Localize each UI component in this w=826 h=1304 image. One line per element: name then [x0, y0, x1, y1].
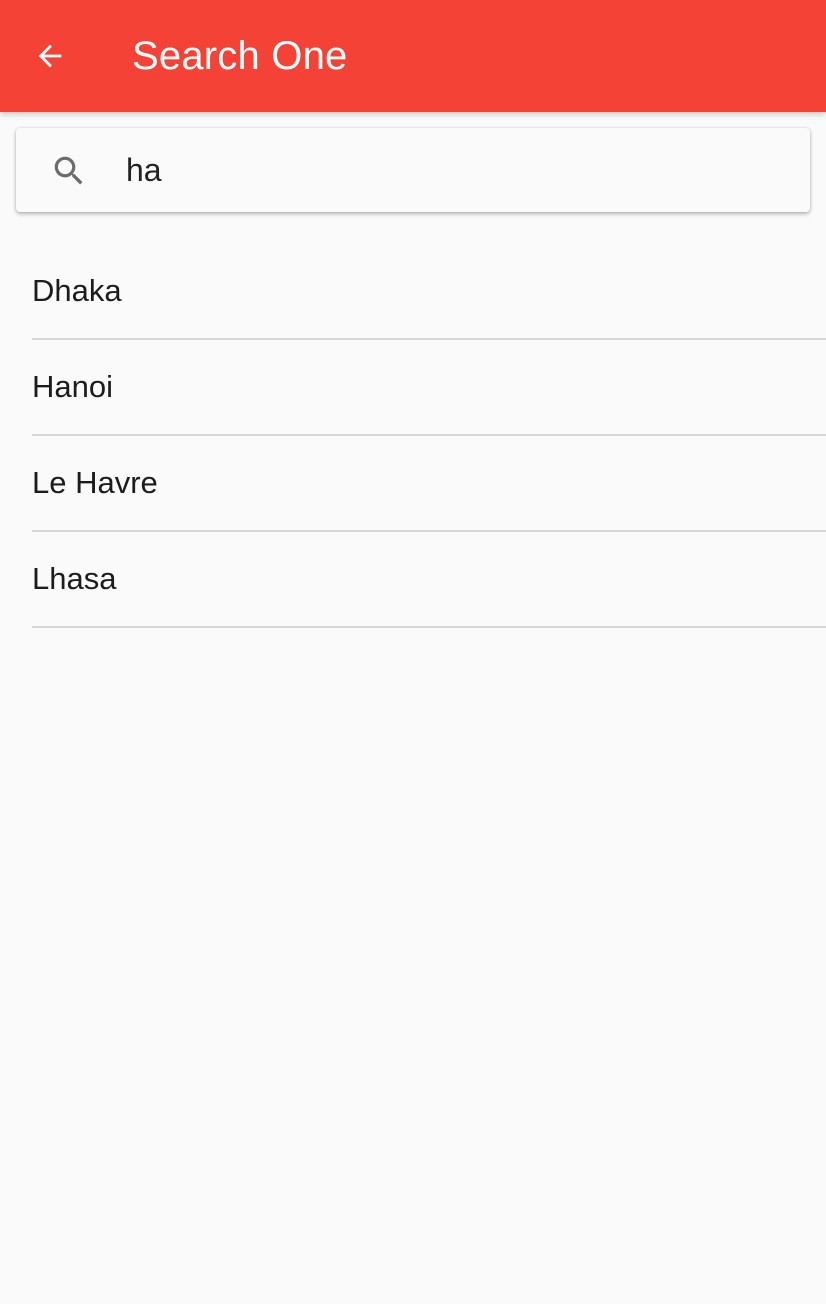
list-item[interactable]: Dhaka — [0, 244, 826, 340]
search-bar — [16, 128, 810, 212]
search-input[interactable] — [126, 142, 786, 198]
list-item[interactable]: Le Havre — [0, 436, 826, 532]
list-item[interactable]: Hanoi — [0, 340, 826, 436]
page-title: Search One — [132, 34, 348, 78]
list-item-label: Lhasa — [32, 561, 117, 596]
list-item-label: Le Havre — [32, 465, 158, 500]
app-bar: Search One — [0, 0, 826, 112]
search-icon — [54, 156, 83, 185]
results-list: Dhaka Hanoi Le Havre Lhasa — [0, 244, 826, 628]
back-button[interactable] — [20, 26, 80, 86]
list-item-label: Dhaka — [32, 273, 122, 308]
arrow-back-icon — [38, 44, 62, 68]
list-item[interactable]: Lhasa — [0, 532, 826, 628]
list-item-label: Hanoi — [32, 369, 113, 404]
